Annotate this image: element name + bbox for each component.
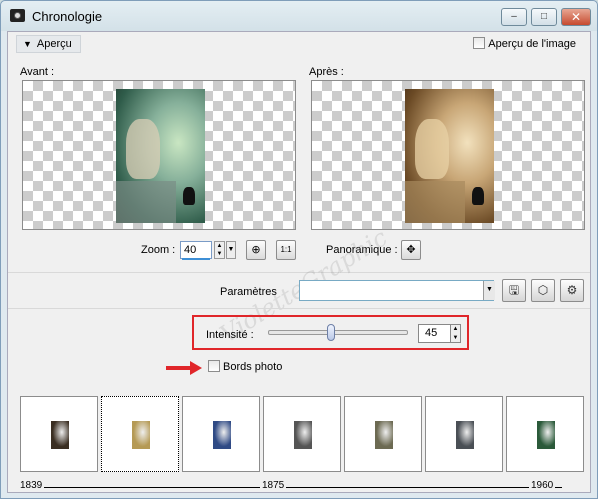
actual-size-button[interactable]: 1:1 bbox=[276, 240, 296, 260]
manage-presets-icon: ⚙ bbox=[566, 283, 578, 297]
thumbnail-image bbox=[132, 421, 150, 449]
borders-checkbox[interactable]: Bords photo bbox=[208, 360, 282, 373]
close-button[interactable]: ✕ bbox=[561, 8, 591, 26]
save-preset-button[interactable]: 🖫 bbox=[502, 279, 526, 302]
borders-label: Bords photo bbox=[223, 361, 283, 373]
thumbnail-image bbox=[375, 421, 393, 449]
after-label: Après : bbox=[309, 66, 344, 78]
fit-window-icon: ⊕ bbox=[251, 244, 261, 256]
timeline-thumbnail[interactable] bbox=[506, 396, 584, 472]
timeline-line bbox=[42, 487, 562, 488]
thumbnail-image bbox=[51, 421, 69, 449]
red-arrow-icon bbox=[166, 361, 202, 375]
zoom-spinner[interactable]: ▲ ▼ bbox=[214, 241, 225, 259]
timeline-thumbnail[interactable] bbox=[263, 396, 341, 472]
intensity-slider-thumb[interactable] bbox=[327, 324, 335, 341]
dialog-body: ▼ Aperçu Aperçu de l'image Avant : Après … bbox=[7, 31, 591, 493]
dice-icon: ⬡ bbox=[537, 283, 549, 297]
photo-cat bbox=[183, 187, 195, 205]
timeline-thumbnail[interactable] bbox=[425, 396, 503, 472]
zoom-dropdown[interactable]: ▼ bbox=[226, 241, 236, 259]
photo-steps bbox=[116, 181, 176, 223]
apercu-toggle[interactable]: ▼ Aperçu bbox=[16, 35, 81, 53]
save-icon: 🖫 bbox=[508, 283, 520, 297]
checkbox-box[interactable] bbox=[208, 360, 220, 372]
timeline-start: 1839 bbox=[18, 480, 45, 491]
after-preview[interactable] bbox=[311, 80, 585, 230]
apercu-image-checkbox[interactable]: Aperçu de l'image bbox=[473, 37, 576, 50]
title-bar[interactable]: Chronologie – □ ✕ bbox=[1, 1, 597, 31]
timeline-thumbnail[interactable] bbox=[101, 396, 179, 472]
timeline-thumbnail[interactable] bbox=[182, 396, 260, 472]
params-label: Paramètres bbox=[220, 286, 277, 298]
minimize-button[interactable]: – bbox=[501, 8, 527, 26]
checkbox-box[interactable] bbox=[473, 37, 486, 49]
before-preview[interactable] bbox=[22, 80, 296, 230]
thumbnail-image bbox=[213, 421, 231, 449]
timeline-thumbnail[interactable] bbox=[20, 396, 98, 472]
pan-button[interactable]: ✥ bbox=[401, 240, 421, 260]
chronologie-dialog: Chronologie – □ ✕ ▼ Aperçu Aperçu de l'im… bbox=[0, 0, 598, 499]
zoom-focus-underline bbox=[182, 258, 210, 260]
params-select[interactable] bbox=[299, 280, 494, 301]
apercu-label: Aperçu bbox=[36, 38, 72, 50]
timeline-end: 1960 bbox=[529, 480, 556, 491]
timeline-thumbnail[interactable] bbox=[344, 396, 422, 472]
thumbnail-image bbox=[537, 421, 555, 449]
intensity-label: Intensité : bbox=[206, 329, 254, 341]
manage-presets-button[interactable]: ⚙ bbox=[560, 279, 584, 302]
apercu-image-label: Aperçu de l'image bbox=[488, 38, 576, 50]
photo-child bbox=[126, 119, 160, 179]
triangle-down-icon: ▼ bbox=[23, 39, 32, 49]
before-photo bbox=[116, 89, 205, 223]
timeline-mid: 1875 bbox=[260, 480, 287, 491]
maximize-button[interactable]: □ bbox=[531, 8, 557, 26]
window-title: Chronologie bbox=[32, 9, 103, 24]
before-label: Avant : bbox=[20, 66, 55, 78]
zoom-input[interactable]: 40 bbox=[180, 241, 212, 259]
thumbnail-image bbox=[294, 421, 312, 449]
photo-steps bbox=[405, 181, 465, 223]
after-photo bbox=[405, 89, 494, 223]
move-icon: ✥ bbox=[406, 244, 416, 256]
photo-child bbox=[415, 119, 449, 179]
params-dropdown-button[interactable]: ▼ bbox=[483, 281, 495, 300]
intensity-slider-track[interactable] bbox=[268, 330, 408, 335]
intensity-input[interactable]: 45 bbox=[418, 324, 452, 343]
camera-icon bbox=[10, 9, 25, 22]
divider bbox=[8, 308, 590, 309]
randomize-button[interactable]: ⬡ bbox=[531, 279, 555, 302]
intensity-spinner[interactable]: ▲ ▼ bbox=[450, 324, 461, 343]
zoom-label: Zoom : bbox=[141, 244, 176, 256]
thumbnail-image bbox=[456, 421, 474, 449]
photo-cat bbox=[472, 187, 484, 205]
fit-window-button[interactable]: ⊕ bbox=[246, 240, 266, 260]
